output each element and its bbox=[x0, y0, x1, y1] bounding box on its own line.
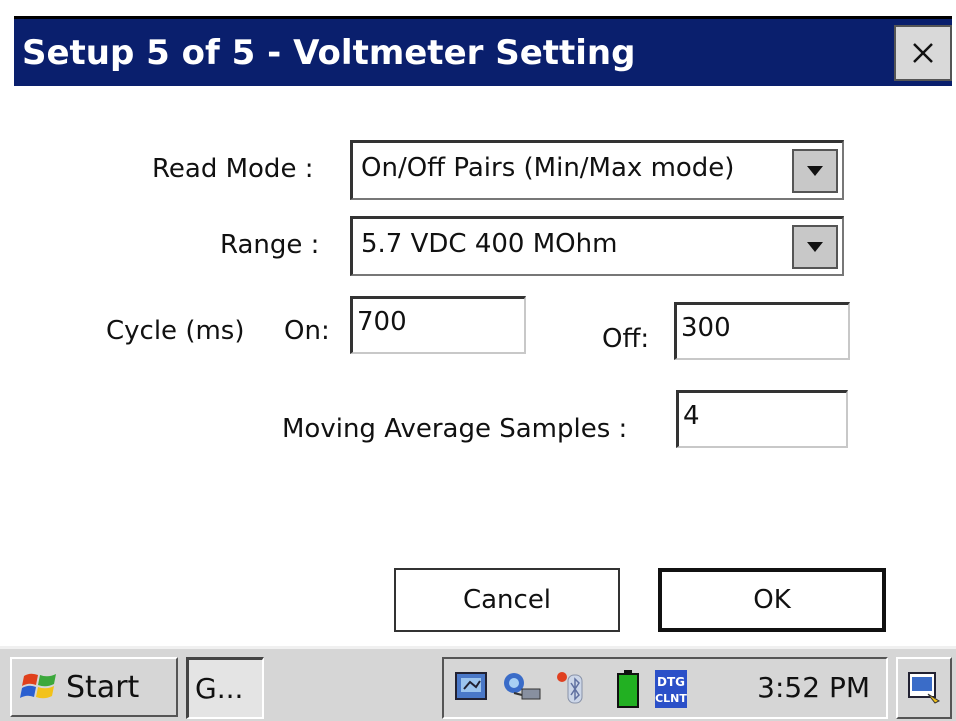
chevron-down-icon bbox=[806, 162, 824, 181]
ok-button[interactable]: OK bbox=[658, 568, 886, 632]
battery-icon[interactable] bbox=[616, 669, 640, 708]
moving-average-label: Moving Average Samples : bbox=[282, 414, 628, 444]
desktop-icon bbox=[906, 668, 942, 708]
range-dropdown-button[interactable] bbox=[792, 225, 838, 269]
desktop-button[interactable] bbox=[896, 657, 952, 719]
on-value: 700 bbox=[357, 307, 407, 337]
close-button[interactable] bbox=[894, 25, 952, 81]
range-value: 5.7 VDC 400 MOhm bbox=[361, 229, 618, 259]
off-input[interactable]: 300 bbox=[674, 302, 850, 360]
read-mode-select[interactable]: On/Off Pairs (Min/Max mode) bbox=[350, 140, 844, 200]
close-icon bbox=[911, 41, 935, 65]
network-icon[interactable] bbox=[454, 669, 490, 707]
read-mode-value: On/Off Pairs (Min/Max mode) bbox=[361, 153, 735, 183]
bluetooth-icon[interactable] bbox=[554, 669, 590, 707]
moving-average-input[interactable]: 4 bbox=[676, 390, 848, 448]
read-mode-dropdown-button[interactable] bbox=[792, 149, 838, 193]
taskbar: Start G... DTG CLNT 3:52 PM bbox=[0, 646, 956, 721]
read-mode-label: Read Mode : bbox=[152, 154, 314, 184]
svg-text:DTG: DTG bbox=[657, 675, 685, 689]
range-select[interactable]: 5.7 VDC 400 MOhm bbox=[350, 216, 844, 276]
off-label: Off: bbox=[602, 324, 650, 354]
windows-logo-icon bbox=[20, 668, 60, 706]
moving-average-value: 4 bbox=[683, 401, 700, 431]
svg-text:CLNT: CLNT bbox=[655, 692, 687, 705]
dtg-client-icon[interactable]: DTG CLNT bbox=[654, 669, 688, 708]
start-label: Start bbox=[66, 669, 140, 705]
off-value: 300 bbox=[681, 313, 731, 343]
connection-icon[interactable] bbox=[500, 669, 544, 707]
system-tray: DTG CLNT 3:52 PM bbox=[442, 657, 888, 719]
on-label: On: bbox=[284, 316, 330, 346]
chevron-down-icon bbox=[806, 238, 824, 257]
start-button[interactable]: Start bbox=[10, 657, 178, 717]
range-label: Range : bbox=[220, 230, 320, 260]
title-bar: Setup 5 of 5 - Voltmeter Setting bbox=[14, 16, 952, 86]
task-button[interactable]: G... bbox=[186, 657, 264, 719]
window-title: Setup 5 of 5 - Voltmeter Setting bbox=[22, 33, 636, 73]
on-input[interactable]: 700 bbox=[350, 296, 526, 354]
screen: Setup 5 of 5 - Voltmeter Setting Read Mo… bbox=[0, 0, 956, 721]
clock[interactable]: 3:52 PM bbox=[757, 671, 870, 704]
cancel-button[interactable]: Cancel bbox=[394, 568, 620, 632]
cycle-label: Cycle (ms) bbox=[106, 316, 245, 346]
